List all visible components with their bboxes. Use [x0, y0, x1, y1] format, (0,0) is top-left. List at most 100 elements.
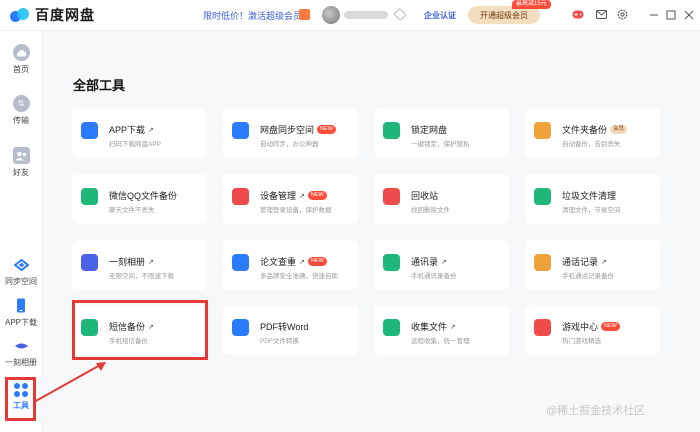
- tool-name: 回收站: [411, 189, 438, 202]
- tool-icon: [534, 254, 551, 271]
- tool-icon: [383, 319, 400, 336]
- tool-name-text: 文件夹备份: [562, 125, 608, 135]
- tool-icon: [534, 188, 551, 205]
- tool-name: 通话记录 ↗: [562, 255, 607, 268]
- enterprise-verify-link[interactable]: 企业认证: [424, 10, 456, 21]
- external-link-icon: ↗: [148, 258, 154, 266]
- gamepad-icon[interactable]: [572, 9, 584, 20]
- tool-card[interactable]: APP下载 ↗ 扫码下载网盘APP: [72, 108, 207, 158]
- tool-icon: [534, 122, 551, 139]
- sidebar-item-app-download[interactable]: APP下载: [0, 297, 42, 328]
- tool-card[interactable]: PDF转Word PDF文件转换: [223, 305, 358, 355]
- tool-card[interactable]: 文件夹备份 会员自动备份，告别丢失: [525, 108, 660, 158]
- close-icon[interactable]: [683, 9, 695, 20]
- tool-name: APP下载 ↗: [109, 123, 154, 136]
- tool-description: 管理登录设备，保护数据: [260, 207, 332, 214]
- tool-description: 手机通讯录备份: [411, 273, 457, 280]
- tool-icon: [232, 122, 249, 139]
- app-logo[interactable]: 百度网盘: [10, 5, 95, 25]
- tool-name: 游戏中心 NEW: [562, 320, 620, 333]
- new-badge: NEW: [307, 191, 327, 200]
- tool-card[interactable]: 垃圾文件清理 清理文件，节省空间: [525, 174, 660, 224]
- tool-card[interactable]: 锁定网盘 一键锁定，保护隐私: [374, 108, 509, 158]
- tool-name: 通讯录 ↗: [411, 255, 447, 268]
- tool-name: PDF转Word: [260, 320, 308, 333]
- transfer-icon: ⇅: [12, 95, 30, 112]
- tool-card[interactable]: 收集文件 ↗ 远程收集，统一管理: [374, 305, 509, 355]
- app-name: 百度网盘: [35, 7, 95, 23]
- tool-name-text: 微信QQ文件备份: [109, 191, 178, 201]
- tool-icon: [232, 188, 249, 205]
- tool-icon: [81, 122, 98, 139]
- tool-description: 找回删除文件: [411, 207, 450, 214]
- watermark: @稀土掘金技术社区: [546, 405, 646, 417]
- settings-gear-icon[interactable]: [616, 9, 628, 20]
- gift-icon[interactable]: [299, 9, 310, 20]
- tool-icon: [383, 122, 400, 139]
- sync-icon: [13, 256, 30, 273]
- tool-name-text: 锁定网盘: [411, 125, 448, 135]
- tool-description: 清理文件，节省空间: [562, 207, 621, 214]
- external-link-icon: ↗: [148, 126, 154, 134]
- external-link-icon: ↗: [441, 258, 447, 266]
- tool-name-text: APP下载: [109, 125, 146, 135]
- tool-description: 聊天文件不丢失: [109, 207, 155, 214]
- sidebar-item-label: APP下载: [4, 318, 37, 327]
- promo-link[interactable]: 限时低价！激活超级会员: [203, 9, 302, 22]
- tool-name-text: 设备管理: [260, 191, 297, 201]
- maximize-icon[interactable]: [665, 9, 677, 20]
- open-vip-discount-tag: 最高减15元: [512, 0, 551, 9]
- tool-icon: [383, 254, 400, 271]
- tool-description: 热门游戏精选: [562, 338, 601, 345]
- tool-name: 一刻相册 ↗: [109, 255, 154, 268]
- tool-card[interactable]: 一刻相册 ↗ 无限空间，不限速下载: [72, 240, 207, 290]
- tool-card[interactable]: 通讯录 ↗ 手机通讯录备份: [374, 240, 509, 290]
- new-badge: NEW: [317, 125, 336, 134]
- tool-icon: [232, 254, 249, 271]
- tool-name-text: 网盘同步空间: [260, 125, 315, 135]
- tool-description: 远程收集，统一管理: [411, 338, 470, 345]
- tool-name: 收集文件 ↗: [411, 320, 456, 333]
- tool-card[interactable]: 回收站 找回删除文件: [374, 174, 509, 224]
- tool-card[interactable]: 游戏中心 NEW 热门游戏精选: [525, 305, 660, 355]
- tool-card[interactable]: 设备管理 ↗ NEW 管理登录设备，保护数据: [223, 174, 358, 224]
- tool-name-text: 游戏中心: [562, 322, 599, 332]
- mail-icon[interactable]: [595, 9, 607, 20]
- tool-icon: [81, 254, 98, 271]
- sidebar-item-sync-space[interactable]: 同步空间: [0, 256, 42, 287]
- tool-name: 垃圾文件清理: [562, 189, 616, 202]
- minimize-icon[interactable]: [648, 9, 660, 20]
- external-link-icon: ↗: [601, 258, 607, 266]
- tool-name-text: 垃圾文件清理: [562, 191, 617, 201]
- tool-card[interactable]: 通话记录 ↗ 手机通话记录备份: [525, 240, 660, 290]
- tools-panel: 全部工具: [42, 31, 700, 432]
- new-badge: NEW: [601, 322, 620, 331]
- sidebar-item-home[interactable]: 首页: [0, 44, 42, 75]
- tool-name-text: 收集文件: [411, 322, 448, 332]
- tool-name-text: 通话记录: [562, 257, 599, 267]
- top-bar: 百度网盘 限时低价！激活超级会员 企业认证 开通超级会员 最高减15元: [0, 0, 700, 31]
- tool-description: 自动备份，告别丢失: [562, 141, 621, 148]
- tool-description: 手机通话记录备份: [562, 273, 614, 280]
- external-link-icon: ↗: [299, 192, 305, 200]
- tool-name: 锁定网盘: [411, 123, 447, 136]
- vip-diamond-icon: [393, 7, 407, 22]
- annotation-arrow: [33, 362, 106, 403]
- baidu-cloud-logo-icon: [10, 8, 30, 22]
- tool-description: 无限空间，不限速下载: [109, 273, 174, 280]
- tool-card[interactable]: 微信QQ文件备份 聊天文件不丢失: [72, 174, 207, 224]
- tool-name-text: 一刻相册: [109, 257, 146, 267]
- tool-name: 微信QQ文件备份: [109, 189, 177, 202]
- tool-card[interactable]: 论文查重 ↗ NEW 多品牌安全准确，快速自助: [223, 240, 358, 290]
- user-avatar[interactable]: [322, 6, 340, 24]
- vip-badge: 会员: [610, 125, 628, 134]
- sidebar-item-friends[interactable]: 好友: [0, 147, 42, 178]
- friends-icon: [12, 147, 30, 164]
- tool-card[interactable]: 网盘同步空间 NEW 自动同步，办公神器: [223, 108, 358, 158]
- username-blurred[interactable]: [344, 11, 388, 19]
- external-link-icon: ↗: [299, 258, 305, 266]
- sidebar-item-transfer[interactable]: ⇅ 传输: [0, 95, 42, 126]
- tool-name-text: 回收站: [411, 191, 439, 201]
- tool-name: 设备管理 ↗ NEW: [260, 189, 327, 202]
- annotation-highlight-sms-backup: [72, 300, 208, 360]
